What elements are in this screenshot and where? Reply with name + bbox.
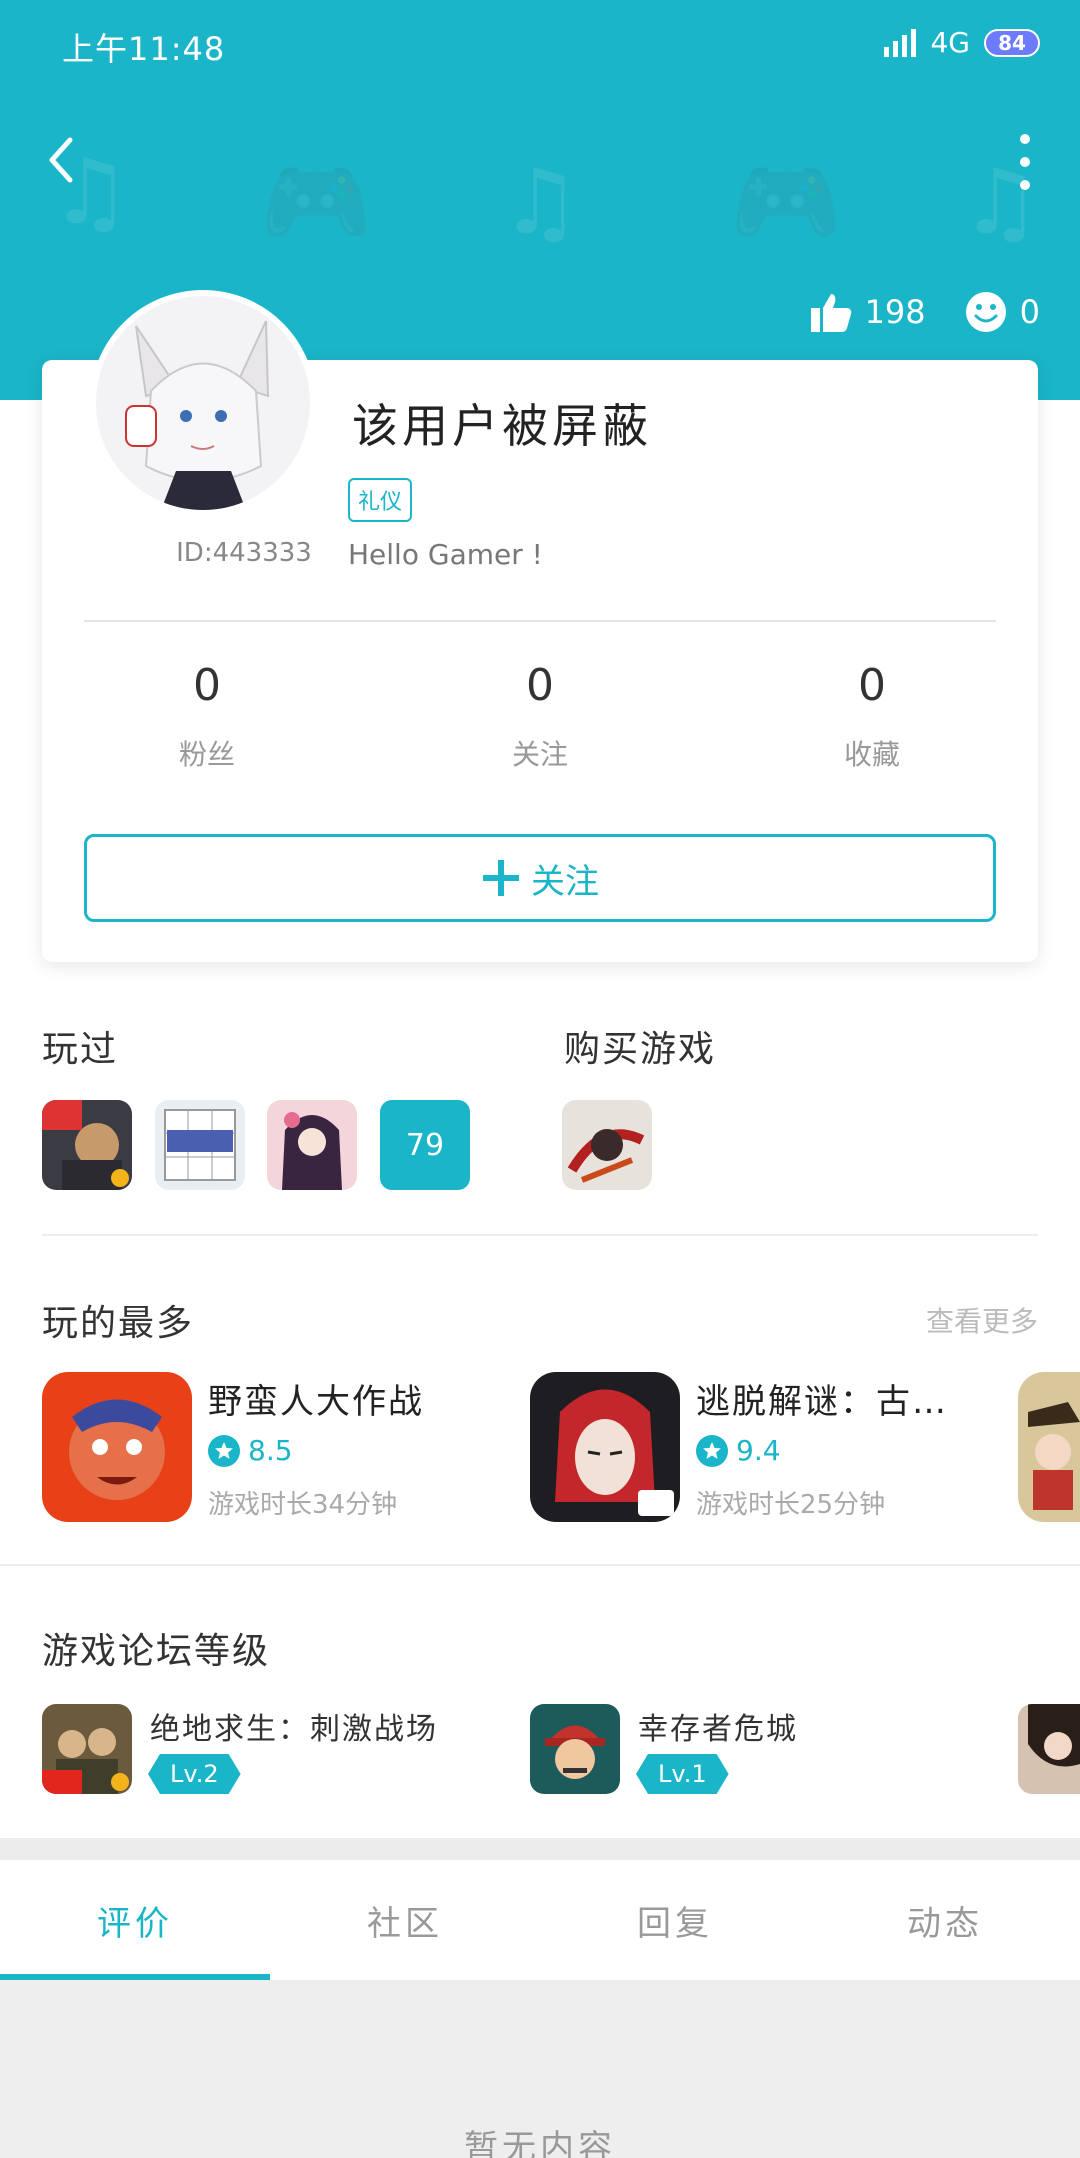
star-icon: [208, 1434, 240, 1467]
follow-button[interactable]: 关注: [84, 834, 996, 922]
game-rating: 9.4: [696, 1434, 781, 1467]
forum-game-name: 绝地求生：刺激战场: [150, 1712, 438, 1747]
level-badge: Lv.1: [636, 1754, 729, 1794]
stat-label: 粉丝: [178, 738, 235, 771]
most-played-item[interactable]: 野蛮人大作战 8.5 游戏时长34分钟: [42, 1372, 502, 1522]
view-more-link[interactable]: 查看更多: [926, 1300, 1038, 1340]
stat-label: 关注: [511, 738, 568, 771]
user-tag-badge[interactable]: 礼仪: [348, 478, 413, 522]
stat-fans[interactable]: 0 粉丝: [107, 660, 307, 773]
most-played-title: 玩的最多: [42, 1303, 195, 1344]
forum-level-title: 游戏论坛等级: [42, 1631, 271, 1672]
star-icon: [696, 1434, 728, 1467]
stat-following[interactable]: 0 关注: [440, 660, 640, 773]
username: 该用户被屏蔽: [352, 399, 652, 453]
played-section-title: 玩过: [42, 1029, 119, 1070]
most-played-item-partial[interactable]: [1018, 1372, 1080, 1522]
card-divider: [84, 620, 996, 622]
play-time: 游戏时长25分钟: [696, 1490, 886, 1520]
smile-group[interactable]: 0: [964, 290, 1040, 334]
level-badge: Lv.2: [148, 1754, 241, 1794]
purchased-game-thumb[interactable]: [562, 1100, 652, 1190]
stat-value: 0: [193, 660, 221, 711]
section-divider: [0, 1564, 1080, 1566]
tab-bar: 评价 社区 回复 动态: [0, 1860, 1080, 1980]
forum-level-item[interactable]: 绝地求生：刺激战场 Lv.2: [42, 1704, 482, 1794]
gamepad-decoration-icon: 🎮: [730, 150, 843, 255]
avatar[interactable]: [90, 290, 316, 516]
purchased-section-title: 购买游戏: [564, 1029, 717, 1070]
status-time: 上午11:48: [62, 30, 226, 68]
tab-replies[interactable]: 回复: [540, 1860, 810, 1980]
status-bar: 上午11:48 4G 84: [0, 0, 1080, 90]
rating-value: 9.4: [736, 1434, 781, 1467]
stat-value: 0: [526, 660, 554, 711]
game-icon: [530, 1704, 620, 1794]
game-icon: [530, 1372, 680, 1522]
smile-face-icon: [965, 292, 1006, 332]
play-time: 游戏时长34分钟: [208, 1490, 398, 1520]
signal-icon: [884, 28, 917, 57]
played-more-count-button[interactable]: 79: [380, 1100, 470, 1190]
game-icon: [42, 1704, 132, 1794]
forum-game-name: 幸存者危城: [638, 1712, 798, 1747]
game-icon: [42, 1372, 192, 1522]
tab-reviews[interactable]: 评价: [0, 1860, 270, 1980]
follow-button-label: 关注: [531, 861, 599, 902]
stat-favorites[interactable]: 0 收藏: [772, 660, 972, 773]
user-bio: Hello Gamer !: [348, 538, 543, 571]
forum-level-item[interactable]: 幸存者危城 Lv.1: [530, 1704, 970, 1794]
game-name: 逃脱解谜：古…: [696, 1382, 948, 1422]
music-note-decoration-icon: ♫: [500, 150, 581, 255]
more-options-button[interactable]: [1010, 134, 1040, 190]
back-button[interactable]: [40, 130, 90, 190]
chevron-left-icon: [49, 137, 73, 183]
empty-state-text: 暂无内容: [464, 2128, 616, 2158]
rating-value: 8.5: [248, 1434, 293, 1467]
avatar-image: [96, 296, 310, 510]
section-divider: [42, 1234, 1038, 1236]
most-played-item[interactable]: 逃脱解谜：古… 9.4 游戏时长25分钟: [530, 1372, 990, 1522]
game-rating: 8.5: [208, 1434, 293, 1467]
like-count: 198: [864, 293, 926, 331]
stat-value: 0: [858, 660, 886, 711]
thumbs-up-icon: [810, 294, 851, 332]
battery-icon: 84: [984, 28, 1040, 57]
game-name: 野蛮人大作战: [208, 1382, 424, 1422]
smile-count: 0: [1019, 293, 1040, 331]
section-gap: [0, 1838, 1080, 1860]
forum-level-item-partial[interactable]: [1018, 1704, 1080, 1794]
played-game-thumb[interactable]: [155, 1100, 245, 1190]
like-group[interactable]: 198: [809, 290, 926, 334]
tab-community[interactable]: 社区: [270, 1860, 540, 1980]
played-game-thumb[interactable]: [42, 1100, 132, 1190]
plus-icon: [483, 860, 519, 896]
stat-label: 收藏: [843, 738, 900, 771]
reaction-row: 198 0: [809, 290, 1040, 334]
network-type: 4G: [930, 26, 970, 59]
gamepad-decoration-icon: 🎮: [260, 150, 373, 255]
played-game-thumb[interactable]: [267, 1100, 357, 1190]
status-icons: 4G 84: [884, 26, 1040, 59]
tab-activity[interactable]: 动态: [810, 1860, 1080, 1980]
